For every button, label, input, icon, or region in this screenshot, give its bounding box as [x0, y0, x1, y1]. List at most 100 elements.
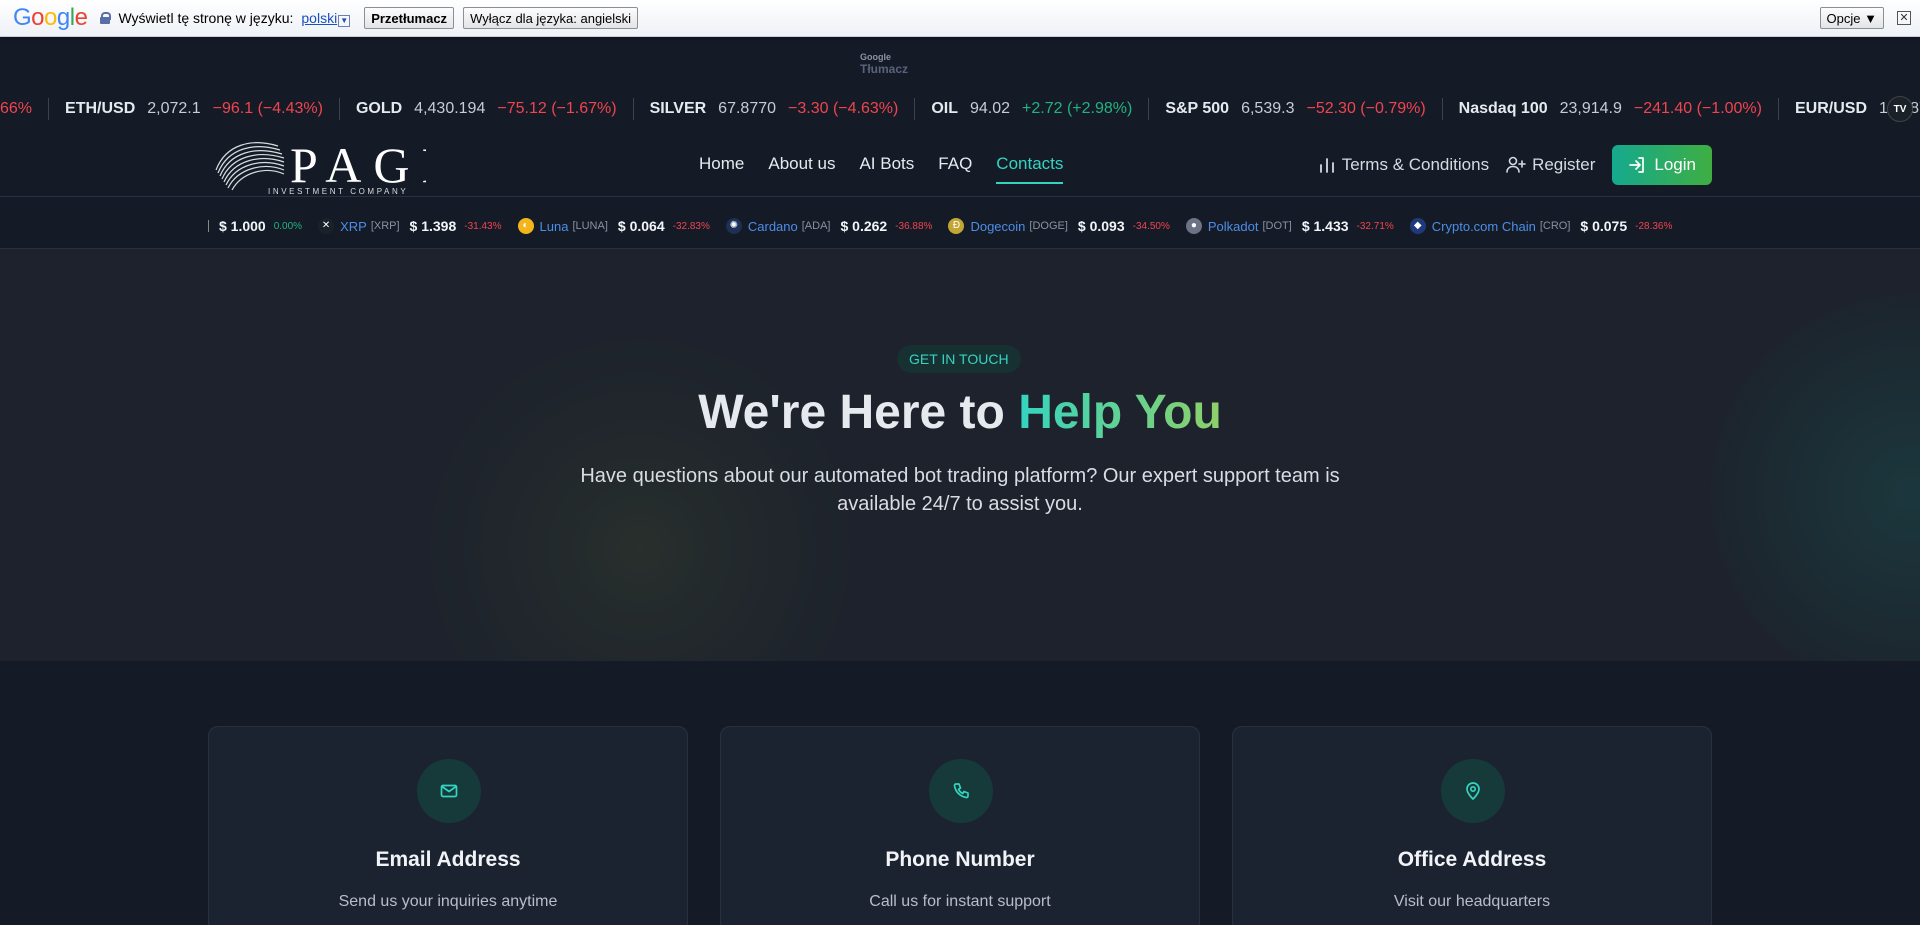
ticker-symbol: GOLD	[355, 100, 403, 117]
coin-icon: ◆	[1409, 218, 1426, 234]
ticker-change: −241.40 (−1.00%)	[1633, 100, 1762, 117]
coin-name[interactable]: Dogecoin	[970, 219, 1025, 234]
login-label: Login	[1654, 155, 1696, 174]
contact-card-title: Email Address	[375, 848, 521, 871]
ticker-symbol: SILVER	[649, 100, 707, 117]
language-select[interactable]: polski ▼	[301, 10, 351, 27]
coin-price: $ 1.398	[409, 218, 457, 234]
contact-card-description: Send us your inquiries anytime	[338, 893, 558, 910]
crypto-ticker[interactable]: $ 1.000 0.00% ✕ XRP [XRP] $ 1.398 -31.43% ◐ Luna…	[208, 214, 1712, 238]
crypto-ticker-item[interactable]: ✕ XRP [XRP] $ 1.398 -31.43%	[318, 218, 502, 234]
hero-title-highlight: Help You	[1018, 386, 1222, 439]
crypto-ticker-item[interactable]: ● Polkadot [DOT] $ 1.433 -32.71%	[1185, 218, 1394, 234]
coin-price: $ 1.433	[1301, 218, 1349, 234]
register-label: Register	[1532, 155, 1596, 174]
terms-label: Terms & Conditions	[1341, 155, 1490, 174]
coin-change: -36.88%	[895, 220, 933, 232]
coin-change: -32.71%	[1356, 220, 1394, 232]
main-navigation: Home About us AI Bots FAQ Contacts	[699, 154, 1087, 184]
map-pin-icon	[1441, 759, 1505, 823]
bar-chart-icon	[1319, 158, 1334, 173]
nav-link-about-us[interactable]: About us	[768, 154, 835, 174]
market-ticker-item[interactable]: S&P 500 6,539.3 −52.30 (−0.79%)	[1148, 98, 1441, 120]
coin-icon: ◐	[517, 218, 534, 234]
coin-price: $ 0.093	[1077, 218, 1125, 234]
crypto-ticker-item[interactable]: ◐ Luna [LUNA] $ 0.064 -32.83%	[517, 218, 710, 234]
log-in-icon	[1629, 157, 1645, 173]
coin-name[interactable]: Luna	[540, 219, 569, 234]
coin-symbol: [CRO]	[1539, 220, 1571, 232]
ticker-change: 66%	[0, 100, 33, 117]
contact-card: Email Address Send us your inquiries anyt…	[208, 726, 688, 925]
crypto-ticker-item[interactable]: $ 1.000 0.00%	[208, 218, 302, 234]
lock-icon	[100, 12, 112, 24]
coin-price: $ 1.000	[219, 218, 266, 234]
coin-symbol: [ADA]	[801, 220, 831, 232]
register-link[interactable]: Register	[1506, 155, 1595, 175]
coin-price: $ 0.064	[617, 218, 665, 234]
ticker-price: 6,539.3	[1241, 100, 1295, 117]
coin-icon: ●	[1185, 218, 1202, 234]
contact-card-description: Visit our headquarters	[1393, 893, 1551, 910]
disable-translation-button[interactable]: Wyłącz dla języka: angielski	[463, 7, 639, 29]
pagi-logo[interactable]: PAGI INVESTMENT COMPANY	[212, 136, 426, 196]
ticker-price: 94.02	[969, 100, 1011, 117]
chevron-down-icon[interactable]: ▼	[338, 14, 351, 27]
nav-divider	[0, 196, 1920, 197]
close-icon[interactable]: ✕	[1897, 11, 1911, 25]
nav-link-contacts[interactable]: Contacts	[996, 154, 1064, 184]
nav-actions: Terms & Conditions Register Login	[1318, 145, 1712, 185]
crypto-ticker-item[interactable]: ✺ Cardano [ADA] $ 0.262 -36.88%	[725, 218, 933, 234]
crypto-ticker-item[interactable]: ◆ Crypto.com Chain [CRO] $ 0.075 -28.36%	[1409, 218, 1672, 234]
contact-card: Office Address Visit our headquarters	[1232, 726, 1712, 925]
ticker-symbol: EUR/USD	[1794, 100, 1867, 117]
coin-name[interactable]: Cardano	[748, 219, 798, 234]
ticker-price: 67.8770	[718, 100, 777, 117]
ticker-change: −3.30 (−4.63%)	[788, 100, 899, 117]
nav-link-faq[interactable]: FAQ	[938, 154, 972, 174]
hero-title: We're Here to Help You	[0, 385, 1920, 440]
coin-icon: ✕	[318, 218, 335, 234]
coin-price: $ 0.262	[840, 218, 888, 234]
nav-link-home[interactable]: Home	[699, 154, 744, 174]
coin-price: $ 0.075	[1580, 218, 1628, 234]
logo-tagline: INVESTMENT COMPANY	[268, 187, 408, 196]
translate-widget-label: Tłumacz	[860, 62, 909, 76]
coin-name[interactable]: Polkadot	[1208, 219, 1259, 234]
ticker-separator	[208, 220, 209, 232]
market-ticker[interactable]: 66% ETH/USD 2,072.1 −96.1 (−4.43%) GOLD 4,430…	[0, 93, 1920, 125]
coin-change: -31.43%	[464, 220, 502, 232]
terms-link[interactable]: Terms & Conditions	[1318, 155, 1489, 175]
hero-glow-right	[1710, 294, 1920, 661]
hero-section: GET IN TOUCH We're Here to Help You Have…	[0, 249, 1920, 661]
tradingview-logo-icon[interactable]: TV	[1887, 96, 1913, 122]
market-ticker-item[interactable]: GOLD 4,430.194 −75.12 (−1.67%)	[338, 98, 633, 120]
login-button[interactable]: Login	[1612, 145, 1712, 185]
nav-link-ai-bots[interactable]: AI Bots	[859, 154, 914, 174]
contact-card-title: Phone Number	[885, 848, 1035, 871]
market-ticker-item[interactable]: 66%	[0, 98, 48, 120]
hero-subtitle: Have questions about our automated bot t…	[580, 465, 1340, 515]
ticker-price: 4,430.194	[414, 100, 486, 117]
options-button[interactable]: Opcje ▼	[1819, 7, 1884, 29]
coin-icon: ✺	[725, 218, 742, 234]
translate-button[interactable]: Przetłumacz	[364, 7, 455, 29]
get-in-touch-badge: GET IN TOUCH	[897, 345, 1021, 373]
market-ticker-item[interactable]: OIL 94.02 +2.72 (+2.98%)	[914, 98, 1148, 120]
crypto-ticker-item[interactable]: Ð Dogecoin [DOGE] $ 0.093 -34.50%	[948, 218, 1170, 234]
coin-name[interactable]: XRP	[340, 219, 367, 234]
coin-symbol: [LUNA]	[572, 220, 608, 232]
contact-card-title: Office Address	[1397, 848, 1547, 871]
coin-symbol: [XRP]	[370, 220, 400, 232]
coin-symbol: [DOGE]	[1029, 220, 1068, 232]
coin-icon: Ð	[948, 218, 965, 234]
market-ticker-item[interactable]: ETH/USD 2,072.1 −96.1 (−4.43%)	[48, 98, 339, 120]
market-ticker-item[interactable]: Nasdaq 100 23,914.9 −241.40 (−1.00%)	[1441, 98, 1778, 120]
coin-name[interactable]: Crypto.com Chain	[1432, 219, 1536, 234]
logo-word: PAGI	[290, 137, 426, 193]
market-ticker-item[interactable]: SILVER 67.8770 −3.30 (−4.63%)	[632, 98, 915, 120]
coin-change: 0.00%	[273, 220, 303, 232]
translate-widget[interactable]: Google Tłumacz	[860, 52, 908, 76]
ticker-change: +2.72 (+2.98%)	[1022, 100, 1133, 117]
ticker-change: −96.1 (−4.43%)	[212, 100, 323, 117]
